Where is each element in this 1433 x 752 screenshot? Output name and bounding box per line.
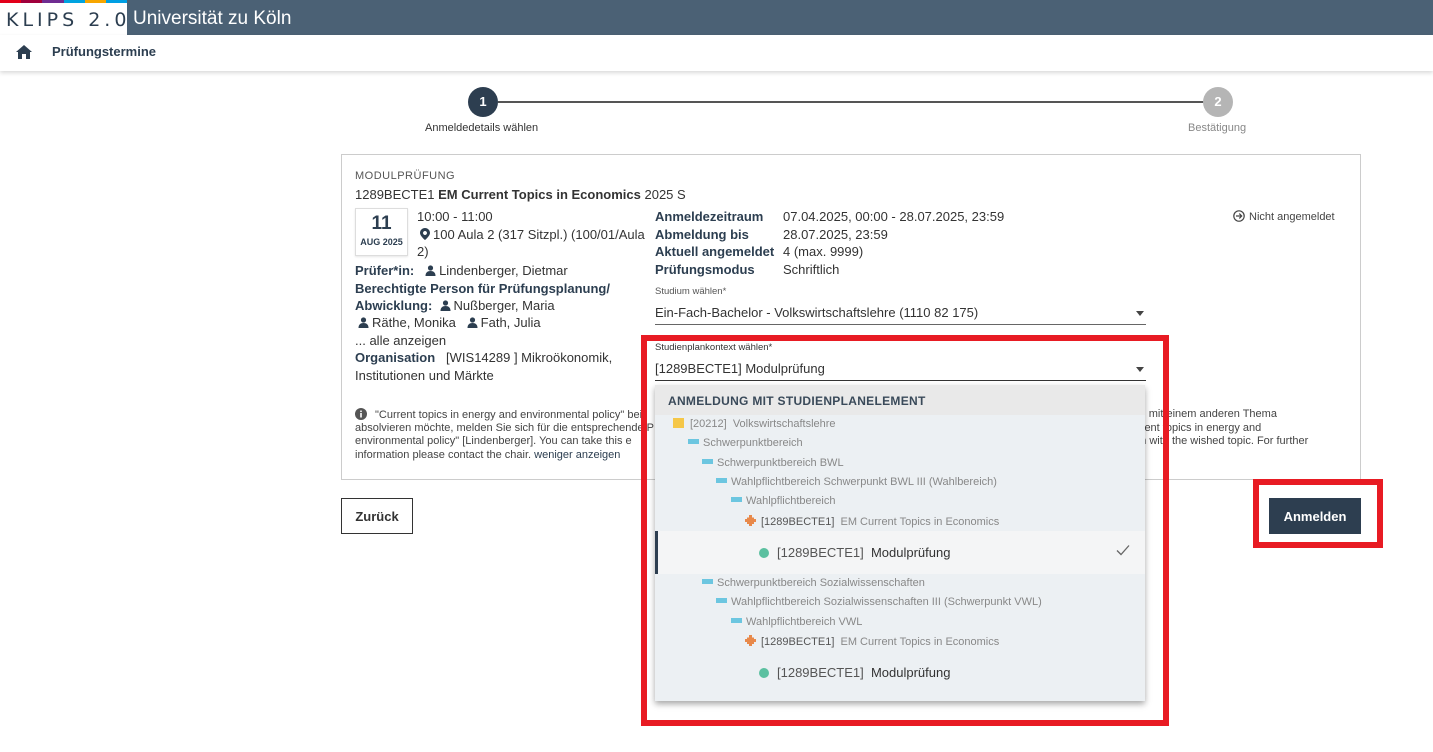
dereg-value: 28.07.2025, 23:59 bbox=[783, 227, 888, 242]
organisation-value-1[interactable]: [WIS14289 ] Mikroökonomik, bbox=[446, 350, 612, 365]
exam-title-line: 1289BECTE1 EM Current Topics in Economic… bbox=[355, 187, 686, 202]
location-pin-icon bbox=[420, 228, 430, 240]
arrow-circle-icon bbox=[1233, 210, 1245, 222]
logo-text: KLIPS 2.0 bbox=[6, 9, 131, 31]
exam-kind: MODULPRÜFUNG bbox=[355, 170, 456, 182]
examiner-row: Prüfer*in: Lindenberger, Dietmar bbox=[355, 263, 568, 278]
back-button[interactable]: Zurück bbox=[341, 498, 413, 534]
authorized-label-2: Abwicklung: bbox=[355, 298, 433, 313]
home-icon[interactable] bbox=[15, 44, 33, 60]
info-line-1-left: "Current topics in energy and environmen… bbox=[375, 409, 643, 421]
exam-code: 1289BECTE1 bbox=[355, 187, 435, 202]
info-line-2-left: absolvieren möchte, melden Sie sich für … bbox=[355, 421, 655, 434]
highlight-box-dropdown bbox=[641, 335, 1169, 726]
room-line-1: 100 Aula 2 (317 Sitzpl.) (100/01/Aula bbox=[433, 227, 645, 242]
step-2-label: Bestätigung bbox=[1188, 122, 1247, 134]
university-title: Universität zu Köln bbox=[133, 8, 292, 29]
authorized-person-1[interactable]: Nußberger, Maria bbox=[454, 298, 555, 313]
exam-room: 100 Aula 2 (317 Sitzpl.) (100/01/Aula bbox=[420, 227, 645, 242]
authorized-row-2: Räthe, Monika Fath, Julia bbox=[358, 315, 541, 330]
study-select-label: Studium wählen* bbox=[655, 286, 727, 297]
study-select[interactable]: Ein-Fach-Bachelor - Volkswirtschaftslehr… bbox=[655, 305, 978, 320]
step-2-circle: 2 bbox=[1203, 87, 1233, 117]
study-chevron-down-icon[interactable] bbox=[1136, 311, 1144, 316]
page-title: Prüfungstermine bbox=[52, 44, 157, 59]
current-value: 4 (max. 9999) bbox=[783, 244, 864, 259]
status-text: Nicht angemeldet bbox=[1249, 211, 1335, 223]
mode-label: Prüfungsmodus bbox=[655, 262, 755, 277]
nav-bar: Prüfungstermine bbox=[0, 35, 1433, 71]
dereg-label: Abmeldung bis bbox=[655, 227, 749, 242]
authorized-person-2[interactable]: Räthe, Monika bbox=[372, 315, 456, 330]
info-icon bbox=[355, 408, 367, 420]
exam-title: EM Current Topics in Economics bbox=[438, 187, 641, 202]
person-icon bbox=[467, 317, 478, 328]
info-line-3-left: environmental policy" [Lindenberger]. Yo… bbox=[355, 435, 632, 447]
authorized-row-1: Abwicklung: Nußberger, Maria bbox=[355, 298, 555, 313]
study-select-underline bbox=[655, 324, 1146, 325]
top-bar: KLIPS 2.0 Universität zu Köln bbox=[0, 0, 1433, 35]
exam-time: 10:00 - 11:00 bbox=[417, 209, 493, 224]
person-icon bbox=[440, 300, 451, 311]
step-1-label: Anmeldedetails wählen bbox=[425, 122, 539, 134]
info-line-4-text: information please contact the chair. bbox=[355, 448, 532, 461]
date-box: 11 AUG 2025 bbox=[355, 208, 408, 256]
highlight-box-register bbox=[1253, 479, 1383, 548]
date-month: AUG 2025 bbox=[360, 237, 403, 247]
klips-logo[interactable]: KLIPS 2.0 bbox=[0, 3, 127, 35]
current-label: Aktuell angemeldet bbox=[655, 244, 775, 259]
organisation-value-2: Institutionen und Märkte bbox=[355, 368, 494, 383]
exam-semester: 2025 S bbox=[644, 187, 686, 202]
organisation-label: Organisation bbox=[355, 350, 436, 365]
info-line-1: "Current topics in energy and environmen… bbox=[355, 408, 642, 423]
reg-period-label: Anmeldezeitraum bbox=[655, 209, 764, 224]
show-less-link[interactable]: weniger anzeigen bbox=[534, 449, 620, 461]
examiner-name[interactable]: Lindenberger, Dietmar bbox=[439, 263, 568, 278]
examiner-label: Prüfer*in: bbox=[355, 263, 415, 278]
show-all-link[interactable]: ... alle anzeigen bbox=[355, 333, 446, 348]
stepper-line bbox=[498, 101, 1204, 103]
mode-value: Schriftlich bbox=[783, 262, 840, 277]
authorized-label-1: Berechtigte Person für Prüfungsplanung/ bbox=[355, 281, 610, 296]
person-icon bbox=[358, 317, 369, 328]
room-line-2: 2) bbox=[417, 244, 429, 259]
person-icon bbox=[425, 265, 436, 276]
step-1-circle: 1 bbox=[468, 87, 498, 117]
date-day: 11 bbox=[371, 213, 392, 234]
organisation-row: Organisation [WIS14289 ] Mikroökonomik, bbox=[355, 350, 612, 365]
info-line-4: information please contact the chair. we… bbox=[355, 449, 620, 463]
color-strip bbox=[0, 0, 128, 3]
authorized-person-3[interactable]: Fath, Julia bbox=[481, 315, 541, 330]
registration-status: Nicht angemeldet bbox=[1233, 210, 1335, 223]
reg-period-value: 07.04.2025, 00:00 - 28.07.2025, 23:59 bbox=[783, 209, 1005, 224]
